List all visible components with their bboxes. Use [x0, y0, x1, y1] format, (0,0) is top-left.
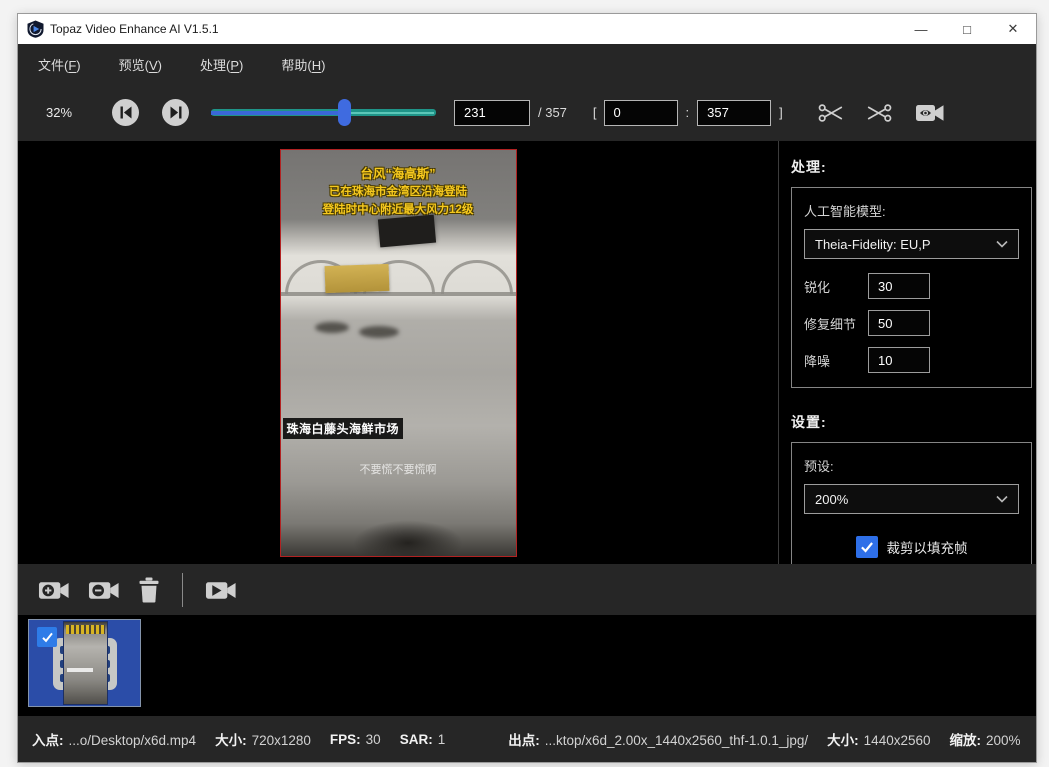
toolbar-divider — [182, 573, 183, 607]
camera-eye-icon — [915, 102, 945, 124]
topaz-logo-icon — [27, 20, 44, 38]
right-settings-panel: 处理: 人工智能模型: Theia-Fidelity: EU,P 锐化 修复细节 — [778, 141, 1036, 564]
status-in-point: 入点:...o/Desktop/x6d.mp4 — [32, 729, 196, 749]
next-frame-icon — [170, 106, 182, 119]
menu-bar: 文件(F) 预览(V) 处理(P) 帮助(H) — [18, 44, 1036, 84]
delete-clip-button[interactable] — [138, 577, 160, 603]
main-area: 台风“海高斯” 已在珠海市金湾区沿海登陆 登陆时中心附近最大风力12级 珠海白藤… — [18, 141, 1036, 564]
ai-model-value: Theia-Fidelity: EU,P — [815, 237, 996, 252]
slider-thumb[interactable] — [338, 99, 351, 126]
dark-sign-shape — [377, 215, 435, 248]
bridge-silhouette — [281, 248, 516, 306]
crop-to-fill-label: 裁剪以填充帧 — [887, 537, 968, 557]
remove-video-icon — [88, 578, 121, 602]
set-out-point-button[interactable] — [865, 102, 893, 124]
next-frame-button[interactable] — [162, 99, 189, 126]
status-sar: SAR:1 — [400, 732, 446, 747]
status-bar: 入点:...o/Desktop/x6d.mp4 大小:720x1280 FPS:… — [18, 716, 1036, 762]
scissors-out-icon — [865, 102, 893, 124]
clip-thumbnail-image — [63, 621, 108, 705]
clip-list — [18, 615, 1036, 716]
preview-zoom-level: 32% — [46, 105, 86, 120]
denoise-label: 降噪 — [804, 351, 868, 370]
range-colon: : — [686, 105, 690, 120]
current-frame-input[interactable] — [454, 100, 530, 126]
restore-detail-input[interactable] — [868, 310, 930, 336]
app-window: Topaz Video Enhance AI V1.5.1 — □ ✕ 文件(F… — [17, 13, 1037, 763]
remove-video-button[interactable] — [88, 578, 121, 602]
status-out-point: 出点:...ktop/x6d_2.00x_1440x2560_thf-1.0.1… — [508, 729, 808, 749]
overlay-line-1: 台风“海高斯” — [281, 165, 516, 184]
process-video-icon — [205, 578, 238, 602]
car-shape — [359, 326, 399, 338]
scissors-in-icon — [817, 102, 845, 124]
previous-frame-button[interactable] — [112, 99, 139, 126]
ai-model-label: 人工智能模型: — [804, 201, 1019, 220]
add-video-icon — [38, 578, 71, 602]
param-row: 锐化 — [804, 273, 1019, 299]
preview-canvas: 台风“海高斯” 已在珠海市金湾区沿海登陆 登陆时中心附近最大风力12级 珠海白藤… — [18, 141, 778, 564]
status-scale: 缩放:200% — [950, 729, 1021, 749]
timeline-slider[interactable] — [211, 99, 436, 126]
sharpen-input[interactable] — [868, 273, 930, 299]
menu-help[interactable]: 帮助(H) — [275, 51, 331, 78]
range-start-input[interactable] — [604, 100, 678, 126]
preset-value: 200% — [815, 492, 996, 507]
param-row: 修复细节 — [804, 310, 1019, 336]
minimize-button[interactable]: — — [898, 14, 944, 44]
check-icon — [40, 630, 55, 645]
process-video-button[interactable] — [205, 578, 238, 602]
car-shape — [315, 322, 349, 333]
preset-label: 预设: — [804, 456, 1019, 475]
add-video-button[interactable] — [38, 578, 71, 602]
settings-group-box: 预设: 200% 裁剪以填充帧 — [791, 442, 1032, 564]
clip-toolbar — [18, 564, 1036, 615]
trash-icon — [138, 577, 160, 603]
restore-detail-label: 修复细节 — [804, 314, 868, 333]
status-input-size: 大小:720x1280 — [215, 729, 311, 749]
clip-thumbnail-selected[interactable] — [28, 619, 141, 707]
preview-toggle-button[interactable] — [915, 102, 945, 124]
yellow-sign-shape — [324, 264, 389, 293]
ai-model-dropdown[interactable]: Theia-Fidelity: EU,P — [804, 229, 1019, 259]
settings-section-title: 设置: — [791, 412, 1032, 432]
video-preview-frame[interactable]: 台风“海高斯” 已在珠海市金湾区沿海登陆 登陆时中心附近最大风力12级 珠海白藤… — [280, 149, 517, 557]
range-end-input[interactable] — [697, 100, 771, 126]
param-row: 降噪 — [804, 347, 1019, 373]
menu-file[interactable]: 文件(F) — [32, 51, 87, 78]
playback-toolbar: 32% / 357 [ : ] — [18, 84, 1036, 141]
maximize-button[interactable]: □ — [944, 14, 990, 44]
menu-process[interactable]: 处理(P) — [194, 51, 249, 78]
status-output-size: 大小:1440x2560 — [827, 729, 930, 749]
video-overlay-text: 台风“海高斯” 已在珠海市金湾区沿海登陆 登陆时中心附近最大风力12级 — [281, 165, 516, 220]
crop-to-fill-row: 裁剪以填充帧 — [804, 536, 1019, 558]
close-button[interactable]: ✕ — [990, 14, 1036, 44]
clip-checkbox[interactable] — [37, 627, 57, 647]
denoise-input[interactable] — [868, 347, 930, 373]
slider-progress — [211, 111, 344, 115]
title-bar: Topaz Video Enhance AI V1.5.1 — □ ✕ — [18, 14, 1036, 44]
video-subtitle: 不要慌不要慌啊 — [281, 461, 516, 477]
previous-frame-icon — [120, 106, 132, 119]
window-title: Topaz Video Enhance AI V1.5.1 — [50, 22, 219, 36]
range-open-bracket: [ — [593, 105, 597, 120]
chevron-down-icon — [996, 240, 1008, 248]
processing-section-title: 处理: — [791, 157, 1032, 177]
set-in-point-button[interactable] — [817, 102, 845, 124]
overlay-line-2: 已在珠海市金湾区沿海登陆 — [281, 184, 516, 202]
range-close-bracket: ] — [779, 105, 783, 120]
video-location-label: 珠海白藤头海鲜市场 — [283, 418, 404, 439]
chevron-down-icon — [996, 495, 1008, 503]
preset-dropdown[interactable]: 200% — [804, 484, 1019, 514]
crop-to-fill-checkbox[interactable] — [856, 536, 878, 558]
frame-total-label: / 357 — [538, 105, 567, 120]
check-icon — [859, 539, 875, 555]
foreground-shape — [353, 520, 463, 557]
sharpen-label: 锐化 — [804, 277, 868, 296]
menu-preview[interactable]: 预览(V) — [113, 51, 168, 78]
processing-group-box: 人工智能模型: Theia-Fidelity: EU,P 锐化 修复细节 降噪 — [791, 187, 1032, 388]
status-fps: FPS:30 — [330, 732, 381, 747]
